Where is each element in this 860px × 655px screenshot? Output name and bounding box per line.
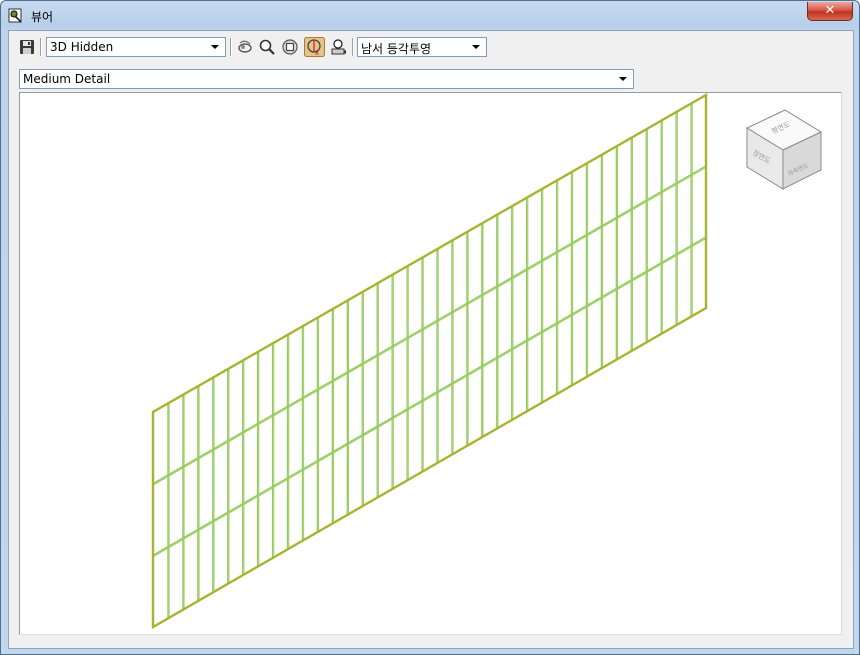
close-button[interactable]: ✕ (807, 2, 853, 21)
save-icon[interactable] (18, 38, 36, 56)
chevron-down-icon (472, 45, 480, 49)
zoom-icon[interactable] (258, 38, 276, 56)
orbit-pan-icon[interactable]: X (304, 37, 325, 57)
model-canvas[interactable]: 평면도 정면도 좌측면도 (20, 93, 841, 634)
detail-level-dropdown[interactable]: Medium Detail (19, 69, 634, 89)
detail-level-value: Medium Detail (23, 72, 111, 86)
grid-transom (152, 236, 707, 556)
viewer-window: 뷰어 ✕ 3D Hidden X 남서 등각투영 Medium Detail 평… (0, 0, 860, 655)
chevron-down-icon (619, 77, 627, 81)
grid-transom-shadow (152, 238, 707, 558)
view-orientation-dropdown[interactable]: 남서 등각투영 (357, 37, 487, 57)
zoom-extents-icon[interactable] (281, 38, 299, 56)
toolbar-separator (230, 38, 232, 56)
toolbar-separator (352, 38, 354, 56)
grid-transom (152, 165, 707, 485)
status-strip (19, 635, 842, 643)
viewer-client-area: 3D Hidden X 남서 등각투영 Medium Detail 평면도 정면… (8, 30, 854, 649)
camera-icon[interactable] (329, 38, 347, 56)
toolbar-separator (40, 38, 42, 56)
view-orientation-value: 남서 등각투영 (361, 42, 432, 56)
viewer-app-icon (8, 8, 22, 23)
viewcube[interactable]: 평면도 정면도 좌측면도 (745, 109, 823, 190)
3d-viewport[interactable]: 평면도 정면도 좌측면도 (19, 92, 842, 635)
visual-style-dropdown[interactable]: 3D Hidden (46, 37, 226, 57)
close-icon: ✕ (824, 3, 836, 18)
toolbar: 3D Hidden X 남서 등각투영 (9, 31, 853, 63)
wall-frame-outline (151, 93, 708, 630)
visual-style-value: 3D Hidden (50, 40, 114, 54)
grid-transom-shadow (152, 167, 707, 486)
chevron-down-icon (211, 45, 219, 49)
title-bar[interactable]: 뷰어 ✕ (1, 1, 859, 29)
svg-text:X: X (315, 50, 319, 57)
wall-grid-model (151, 93, 708, 630)
orbit-icon[interactable] (236, 38, 254, 56)
window-title: 뷰어 (31, 10, 54, 24)
